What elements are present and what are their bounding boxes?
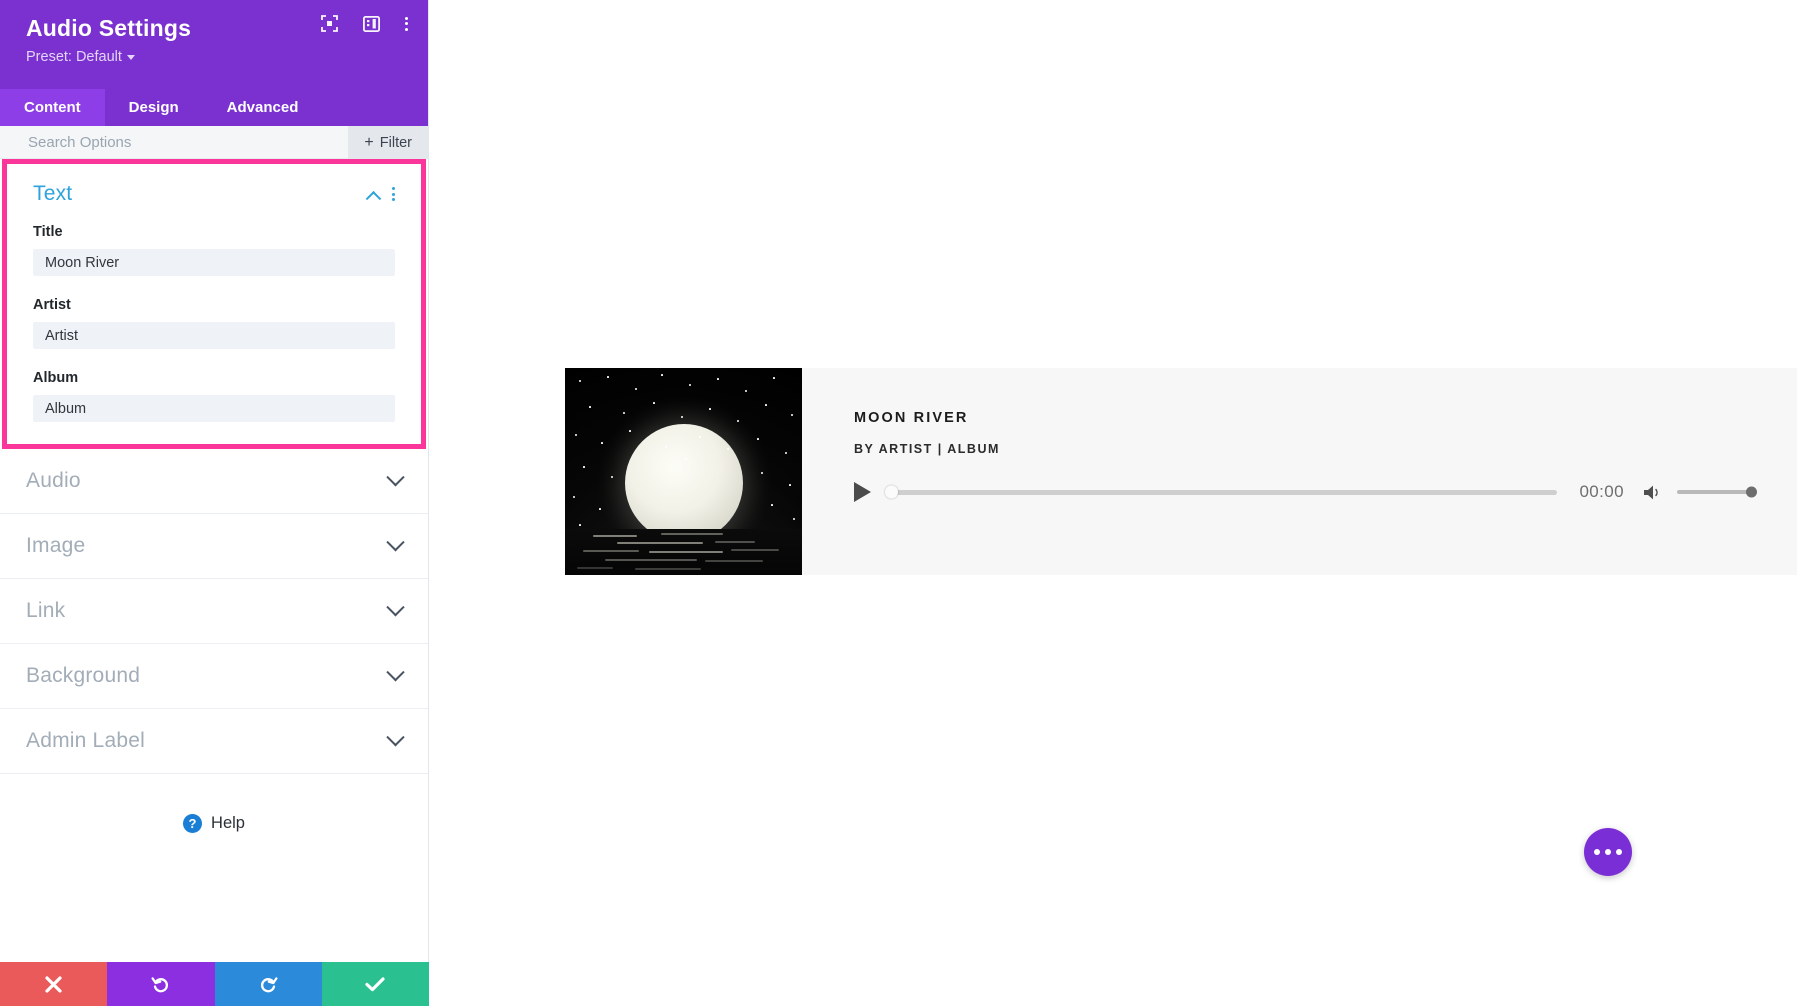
layout-panel-icon[interactable] bbox=[363, 15, 380, 32]
track-meta: BY ARTIST | ALBUM bbox=[854, 442, 1000, 456]
redo-button[interactable] bbox=[214, 962, 322, 1006]
filter-button-label: Filter bbox=[379, 134, 412, 151]
volume-slider[interactable] bbox=[1677, 485, 1757, 499]
section-text-title: Text bbox=[33, 182, 73, 205]
plus-icon: + bbox=[364, 133, 374, 151]
checkmark-icon bbox=[365, 976, 385, 991]
volume-icon[interactable] bbox=[1643, 484, 1663, 501]
chevron-down-icon bbox=[386, 727, 405, 746]
tab-design[interactable]: Design bbox=[105, 89, 203, 126]
volume-track bbox=[1677, 490, 1755, 494]
moon-shape bbox=[624, 424, 743, 542]
more-vertical-icon[interactable] bbox=[392, 187, 395, 201]
section-link[interactable]: Link bbox=[0, 579, 428, 644]
section-text-header-icons bbox=[365, 187, 395, 207]
section-image[interactable]: Image bbox=[0, 514, 428, 579]
help-link[interactable]: ? Help bbox=[0, 774, 428, 833]
app-root: Audio Settings Preset: Default Content D… bbox=[0, 0, 1800, 1006]
title-field-label: Title bbox=[33, 224, 63, 240]
search-bar: + Filter bbox=[0, 126, 428, 159]
section-background[interactable]: Background bbox=[0, 644, 428, 709]
section-admin-label-title: Admin Label bbox=[26, 729, 145, 752]
more-options-fab[interactable] bbox=[1584, 828, 1632, 876]
tab-advanced[interactable]: Advanced bbox=[203, 89, 323, 126]
album-art-image bbox=[565, 368, 802, 575]
artist-input[interactable] bbox=[33, 322, 395, 349]
progress-knob[interactable] bbox=[885, 485, 898, 499]
more-horizontal-icon bbox=[1594, 849, 1600, 855]
chevron-down-icon bbox=[386, 467, 405, 486]
cancel-button[interactable] bbox=[0, 962, 108, 1006]
preset-selector[interactable]: Preset: Default bbox=[26, 49, 135, 65]
player-controls: 00:00 bbox=[854, 482, 1757, 502]
save-button[interactable] bbox=[321, 962, 429, 1006]
volume-knob[interactable] bbox=[1746, 486, 1757, 498]
tab-content[interactable]: Content bbox=[0, 89, 105, 126]
chevron-down-icon bbox=[386, 597, 405, 616]
panel-tabs: Content Design Advanced bbox=[0, 89, 428, 126]
track-title: MOON RIVER bbox=[854, 410, 969, 426]
progress-track bbox=[887, 489, 1558, 495]
filter-button[interactable]: + Filter bbox=[348, 126, 428, 159]
builder-canvas: MOON RIVER BY ARTIST | ALBUM 00:00 bbox=[430, 0, 1800, 1006]
current-time: 00:00 bbox=[1579, 482, 1624, 501]
chevron-down-icon bbox=[126, 55, 135, 61]
panel-header: Audio Settings Preset: Default bbox=[0, 0, 428, 89]
section-audio-title: Audio bbox=[26, 469, 81, 492]
water-reflection bbox=[565, 529, 802, 575]
close-x-icon bbox=[45, 975, 62, 993]
section-admin-label[interactable]: Admin Label bbox=[0, 709, 428, 774]
section-link-title: Link bbox=[26, 599, 66, 622]
panel-action-bar bbox=[0, 962, 429, 1006]
section-audio[interactable]: Audio bbox=[0, 449, 428, 514]
undo-button[interactable] bbox=[107, 962, 215, 1006]
album-input[interactable] bbox=[33, 395, 395, 422]
panel-header-icons bbox=[321, 15, 408, 32]
question-mark-icon: ? bbox=[183, 814, 203, 833]
focus-target-icon[interactable] bbox=[321, 15, 338, 32]
section-image-title: Image bbox=[26, 534, 86, 557]
play-icon[interactable] bbox=[854, 482, 871, 502]
section-text: Text Title Artist Album bbox=[2, 159, 426, 449]
chevron-down-icon bbox=[386, 532, 405, 551]
preset-label: Preset: Default bbox=[26, 48, 122, 65]
artist-field-label: Artist bbox=[33, 297, 71, 313]
undo-icon bbox=[151, 976, 169, 992]
settings-panel: Audio Settings Preset: Default Content D… bbox=[0, 0, 429, 1006]
redo-icon bbox=[260, 976, 278, 992]
section-background-title: Background bbox=[26, 664, 141, 687]
more-vertical-icon[interactable] bbox=[405, 16, 408, 31]
audio-player-module[interactable]: MOON RIVER BY ARTIST | ALBUM 00:00 bbox=[565, 368, 1797, 575]
player-body: MOON RIVER BY ARTIST | ALBUM 00:00 bbox=[802, 368, 1797, 575]
album-field-label: Album bbox=[33, 370, 79, 386]
chevron-down-icon bbox=[386, 662, 405, 681]
title-input[interactable] bbox=[33, 249, 395, 276]
help-label: Help bbox=[211, 814, 245, 832]
section-text-header[interactable]: Text bbox=[33, 182, 395, 207]
panel-body: Text Title Artist Album Audio bbox=[0, 159, 428, 962]
progress-slider[interactable] bbox=[885, 485, 1558, 499]
chevron-up-icon[interactable] bbox=[365, 190, 382, 207]
